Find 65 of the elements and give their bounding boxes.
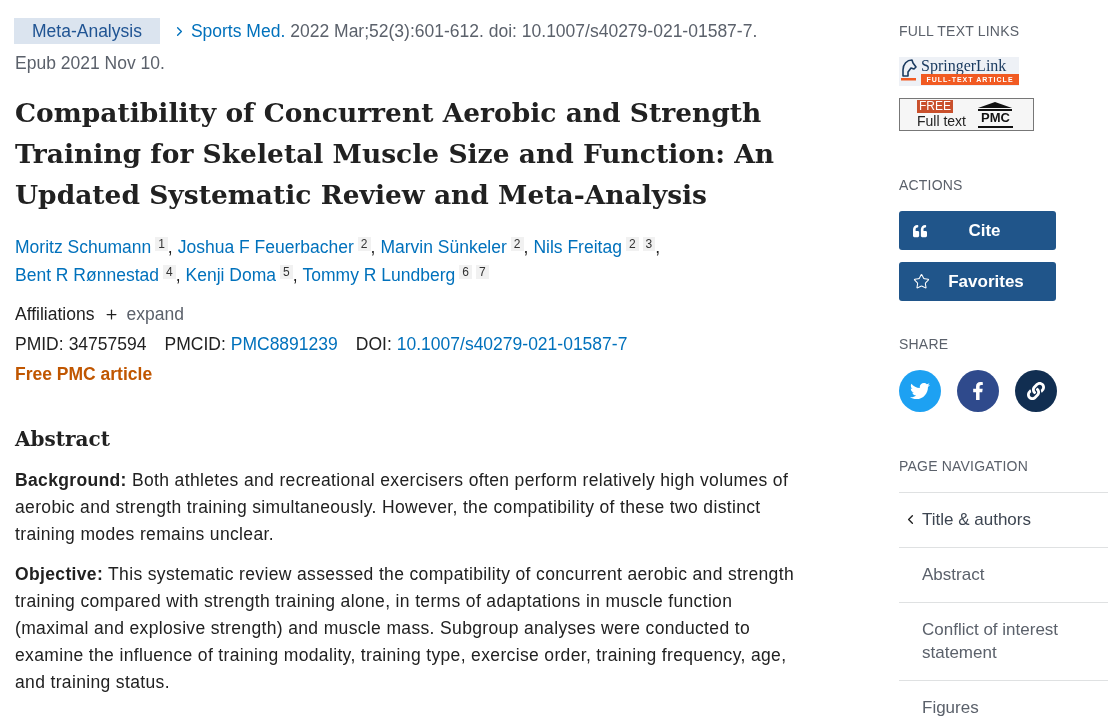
author-link[interactable]: Joshua F Feuerbacher — [177, 237, 354, 257]
identifier-label: PMCID: — [164, 333, 226, 355]
affiliation-number[interactable]: 5 — [280, 265, 293, 279]
affiliation-number[interactable]: 2 — [625, 237, 639, 251]
citation-text: 2022 Mar;52(3):601-612. doi: 10.1007/s40279-021-01587-7. — [290, 20, 758, 42]
author-link[interactable]: Bent R Rønnestad — [15, 265, 159, 285]
separator-text: , — [292, 265, 298, 285]
free-pmc-label: Free PMC article — [15, 363, 154, 386]
logo-wordmark: SpringerLink — [921, 57, 1008, 74]
affiliation-number[interactable]: 3 — [642, 237, 656, 251]
copy-link-button[interactable] — [1015, 370, 1057, 412]
epub-text: Epub 2021 Nov 10. — [15, 52, 166, 75]
identifier-label: DOI: — [355, 333, 392, 355]
affiliation-number[interactable]: 7 — [475, 265, 489, 279]
link-icon — [1015, 370, 1057, 412]
full-text-link[interactable]: FREE Full text PMC — [899, 98, 1034, 131]
section-heading: ACTIONS — [899, 176, 964, 195]
affiliation-number[interactable]: 1 — [155, 237, 168, 251]
abstract-paragraph: Background: Both athletes and recreational exercisers often perform relatively high volumes of aerobic and strength training simultaneously. However, the compatibility of these two distinct training modes remains unclear. — [15, 469, 790, 546]
identifier-value: 34757594 — [68, 333, 147, 355]
plus-icon — [104, 306, 120, 322]
author-link[interactable]: Tommy R Lundberg — [302, 265, 456, 285]
separator-text: , — [655, 237, 661, 257]
separator-text: , — [167, 237, 173, 257]
abstract-heading: Abstract — [15, 426, 111, 453]
affiliations-label: Affiliations — [15, 303, 95, 325]
author-link[interactable]: Moritz Schumann — [15, 237, 152, 257]
full-text-label: Full text — [917, 112, 966, 130]
identifier-link[interactable]: PMC8891239 — [230, 333, 338, 355]
cite-button[interactable]: Cite — [899, 211, 1056, 250]
affiliation-number[interactable]: 4 — [162, 265, 176, 279]
journal-link[interactable]: Sports Med. — [190, 20, 286, 42]
author-link[interactable]: Marvin Sünkeler — [380, 237, 507, 257]
section-heading: FULL TEXT LINKS — [899, 22, 1021, 41]
favorites-button[interactable]: Favorites — [899, 262, 1056, 301]
abstract-paragraph: Objective: This systematic review assessed the compatibility of concurrent aerobic and strength training compared with strength training alone, in terms of adaptations in muscle function (maximal and explosive strength) and muscle mass. Subgroup analyses were conducted to examine the influence of training modality, training type, exercise order, training frequency, age, and training status. — [15, 563, 795, 694]
separator-text: , — [523, 237, 529, 257]
nav-link[interactable]: Conflict of interest statement — [899, 602, 1108, 680]
nav-link[interactable]: Figures — [899, 680, 1108, 719]
nav-link[interactable]: Abstract — [899, 547, 1108, 602]
twitter-icon — [899, 370, 941, 412]
identifier-link[interactable]: 10.1007/s40279-021-01587-7 — [396, 333, 628, 355]
affiliation-number[interactable]: 2 — [510, 237, 524, 251]
section-heading: PAGE NAVIGATION — [899, 457, 1030, 476]
separator-text: , — [175, 265, 181, 285]
section-heading: SHARE — [899, 335, 950, 354]
quote-icon — [913, 223, 927, 238]
affiliation-number[interactable]: 2 — [357, 237, 371, 251]
author-link[interactable]: Nils Freitag — [533, 237, 622, 257]
roof-icon — [978, 101, 1013, 111]
article-title: Compatibility of Concurrent Aerobic and Strength Training for Skeletal Muscle Size and Function: An Updated Systematic Review and Meta-Analysis — [15, 96, 776, 212]
free-tag: FREE — [917, 99, 953, 113]
identifier-label: PMID: — [15, 333, 64, 355]
separator-text: , — [370, 237, 376, 257]
pmc-logo-text: PMC — [978, 110, 1013, 128]
knight-icon — [899, 58, 919, 84]
nav-link[interactable]: Title & authors — [899, 492, 1108, 547]
publication-type-badge: Meta-Analysis — [14, 18, 160, 44]
star-icon — [913, 273, 930, 290]
affiliation-number[interactable]: 6 — [459, 265, 472, 279]
author-link[interactable]: Kenji Doma — [185, 265, 276, 285]
twitter-share-button[interactable] — [899, 370, 941, 412]
facebook-icon — [957, 370, 999, 412]
facebook-share-button[interactable] — [957, 370, 999, 412]
expand-button[interactable]: expand — [104, 303, 184, 325]
